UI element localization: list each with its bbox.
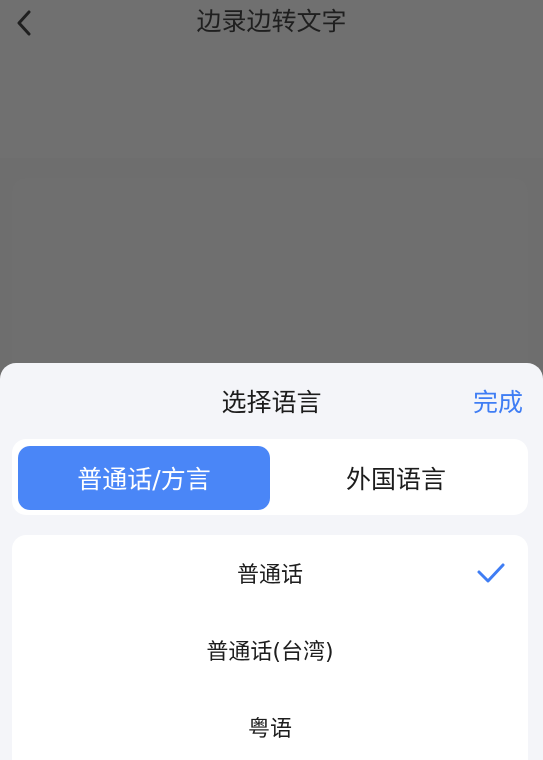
tab-foreign-language[interactable]: 外国语言 [270, 446, 522, 510]
language-item-label: 粤语 [247, 717, 292, 742]
background-card [12, 178, 528, 378]
language-item-mandarin-taiwan[interactable]: 普通话(台湾) [12, 620, 528, 680]
language-item-label: 普通话 [236, 563, 303, 588]
language-item-label: 普通话(台湾) [206, 640, 334, 665]
sheet-title: 选择语言 [221, 388, 322, 417]
language-item-mandarin[interactable]: 普通话 [12, 543, 528, 603]
tab-mandarin-dialect[interactable]: 普通话/方言 [18, 446, 270, 510]
language-list: 普通话 普通话(台湾) 粤语 [12, 535, 528, 760]
language-type-segmented-control: 普通话/方言 外国语言 [12, 439, 528, 515]
page-title: 边录边转文字 [196, 7, 347, 36]
done-button[interactable]: 完成 [473, 385, 523, 421]
app-header: 边录边转文字 [0, 0, 543, 158]
checkmark-icon [477, 563, 505, 583]
language-item-cantonese[interactable]: 粤语 [12, 697, 528, 757]
language-picker-sheet: 选择语言 完成 普通话/方言 外国语言 普通话 普通话(台湾) 粤语 [0, 363, 543, 760]
